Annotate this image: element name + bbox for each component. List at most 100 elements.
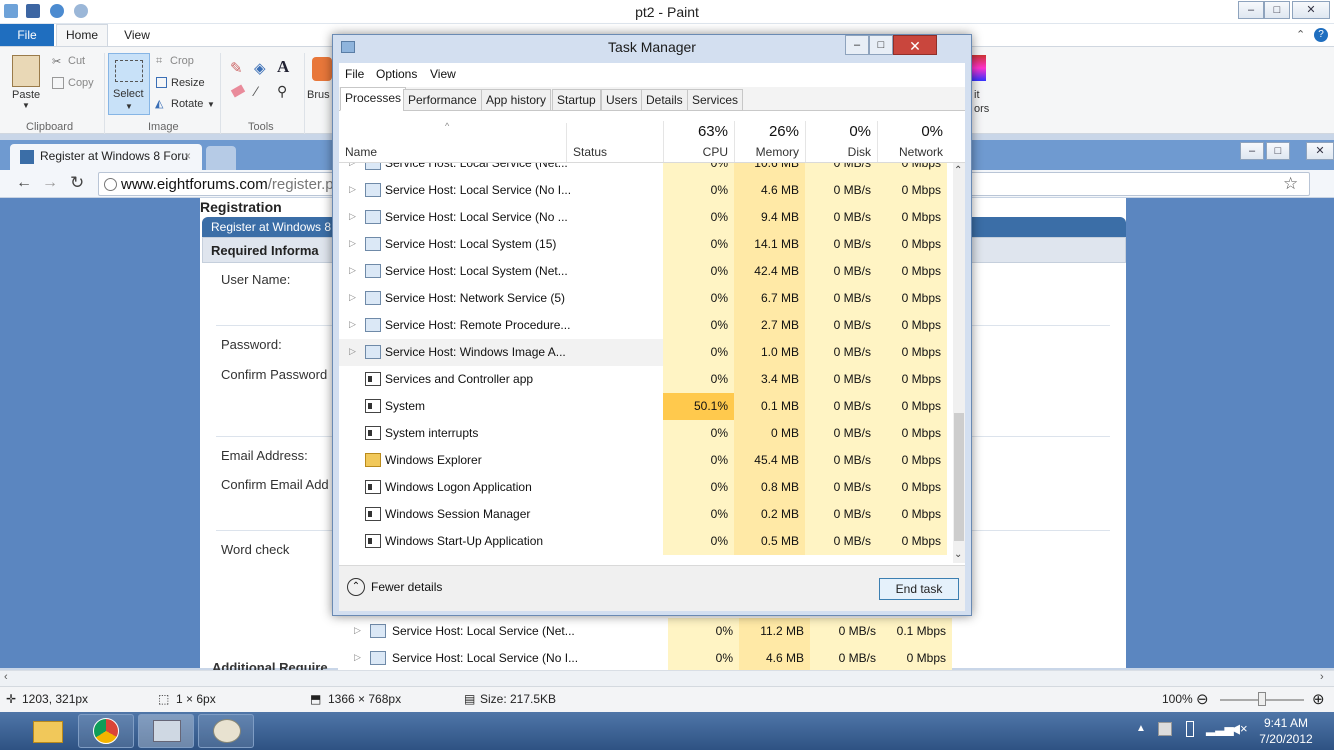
paste-icon[interactable] xyxy=(12,55,40,87)
table-row[interactable]: System 50.1% 0.1 MB 0 MB/s 0 Mbps xyxy=(339,393,947,420)
browser-close-button[interactable]: ✕ xyxy=(1306,142,1334,160)
copy-icon[interactable] xyxy=(52,77,64,89)
paint-taskbar-button[interactable] xyxy=(198,714,254,748)
expand-icon[interactable]: ▷ xyxy=(354,652,361,663)
zoom-slider[interactable] xyxy=(1220,692,1304,706)
action-center-icon[interactable] xyxy=(1158,722,1172,736)
tab-processes[interactable]: Processes xyxy=(340,87,407,111)
table-row[interactable]: ▷ Service Host: Network Service (5) 0% 6.7 … xyxy=(339,285,947,312)
forward-icon[interactable]: → xyxy=(42,174,58,192)
paste-button[interactable]: Paste xyxy=(12,89,40,101)
expand-icon[interactable]: ▷ xyxy=(349,319,356,330)
table-row[interactable]: ▷ Service Host: Local Service (Net... 0%10… xyxy=(339,163,947,177)
table-row[interactable]: ▷ Service Host: Local System (15) 0% 14.1 M… xyxy=(339,231,947,258)
crop-button[interactable]: Crop xyxy=(170,55,194,67)
table-row[interactable]: ▷ Service Host: Local Service (No I... 0… xyxy=(338,645,952,672)
magnifier-icon[interactable]: ⚲ xyxy=(277,83,287,100)
column-network[interactable]: Network xyxy=(877,145,943,159)
rotate-button[interactable]: Rotate xyxy=(171,98,203,110)
column-cpu[interactable]: CPU xyxy=(663,145,728,159)
table-row[interactable]: ▷ Service Host: Local Service (Net... 0%… xyxy=(338,618,952,645)
table-row[interactable]: ▷ Service Host: Remote Procedure... 0% 2.7 … xyxy=(339,312,947,339)
brushes-icon[interactable] xyxy=(312,57,332,81)
table-row[interactable]: ▷ Service Host: Local Service (No I... 0% 4… xyxy=(339,177,947,204)
explorer-taskbar-button[interactable] xyxy=(20,714,76,748)
table-row[interactable]: ▷ Service Host: Local System (Net... 0% 42.… xyxy=(339,258,947,285)
zoom-out-icon[interactable]: ⊖ xyxy=(1196,690,1209,708)
expand-icon[interactable]: ▷ xyxy=(349,238,356,249)
expand-icon[interactable]: ▷ xyxy=(349,184,356,195)
brushes-button[interactable]: Brus xyxy=(307,89,330,101)
menu-options[interactable]: Options xyxy=(376,67,417,81)
collapse-ribbon-icon[interactable]: ⌃ xyxy=(1296,28,1305,41)
volume-icon[interactable]: ◀× xyxy=(1230,721,1248,737)
scroll-down-icon[interactable]: ⌄ xyxy=(954,549,962,560)
tab-services[interactable]: Services xyxy=(687,89,744,111)
scroll-up-icon[interactable]: ⌃ xyxy=(954,165,962,176)
fewer-details-button[interactable]: ⌃ Fewer details xyxy=(347,578,442,596)
select-button[interactable]: Select ▼ xyxy=(108,53,150,115)
color-picker-icon[interactable]: ⁄ xyxy=(255,83,257,99)
vertical-scrollbar[interactable]: ⌃ ⌄ xyxy=(953,163,965,563)
column-memory[interactable]: Memory xyxy=(734,145,799,159)
expand-icon[interactable]: ▷ xyxy=(354,625,361,636)
resize-icon[interactable] xyxy=(156,77,167,88)
rotate-dropdown-icon[interactable]: ▼ xyxy=(207,100,215,109)
tab-users[interactable]: Users xyxy=(601,89,643,111)
browser-tab[interactable]: Register at Windows 8 Foru × xyxy=(10,144,202,170)
menu-view[interactable]: View xyxy=(430,67,456,81)
fill-icon[interactable]: ◈ xyxy=(254,59,266,77)
menu-file[interactable]: File xyxy=(345,67,364,81)
eraser-icon[interactable] xyxy=(230,84,246,98)
tm-maximize-button[interactable]: □ xyxy=(869,35,893,55)
edit-colors-icon[interactable] xyxy=(972,55,986,81)
expand-icon[interactable]: ▷ xyxy=(349,292,356,303)
tab-home[interactable]: Home xyxy=(56,24,108,46)
chrome-taskbar-button[interactable] xyxy=(78,714,134,748)
tab-details[interactable]: Details xyxy=(641,89,688,111)
zoom-slider-thumb[interactable] xyxy=(1258,692,1266,706)
bookmark-star-icon[interactable]: ☆ xyxy=(1283,174,1298,194)
horizontal-scrollbar[interactable]: ‹ › xyxy=(0,670,1334,686)
minimize-button[interactable]: – xyxy=(1238,1,1264,19)
scroll-right-icon[interactable]: › xyxy=(1320,671,1324,683)
table-row[interactable]: System interrupts 0% 0 MB 0 MB/s 0 Mbps xyxy=(339,420,947,447)
close-tab-icon[interactable]: × xyxy=(184,149,191,163)
pencil-icon[interactable]: ✎ xyxy=(230,59,243,77)
resize-button[interactable]: Resize xyxy=(171,77,205,89)
show-hidden-icons-icon[interactable]: ▲ xyxy=(1136,723,1146,734)
reload-icon[interactable]: ↻ xyxy=(70,173,84,193)
column-name[interactable]: Name xyxy=(345,145,377,159)
edit-colors-label-2[interactable]: ors xyxy=(974,103,989,115)
cut-button[interactable]: Cut xyxy=(68,55,85,67)
expand-icon[interactable]: ▷ xyxy=(349,265,356,276)
close-button[interactable]: ✕ xyxy=(1292,1,1330,19)
column-status[interactable]: Status xyxy=(573,145,607,159)
tm-minimize-button[interactable]: – xyxy=(845,35,869,55)
table-row[interactable]: Windows Session Manager 0% 0.2 MB 0 MB/s 0 M… xyxy=(339,501,947,528)
maximize-button[interactable]: □ xyxy=(1264,1,1290,19)
table-row[interactable]: Windows Explorer 0% 45.4 MB 0 MB/s 0 Mbps xyxy=(339,447,947,474)
tab-view[interactable]: View xyxy=(112,24,162,46)
tab-startup[interactable]: Startup xyxy=(552,89,601,111)
expand-icon[interactable]: ▷ xyxy=(349,163,356,168)
table-row[interactable]: ▷ Service Host: Local Service (No ... 0% 9.… xyxy=(339,204,947,231)
table-row[interactable]: Windows Logon Application 0% 0.8 MB 0 MB/s 0… xyxy=(339,474,947,501)
task-manager-taskbar-button[interactable] xyxy=(138,714,194,748)
new-tab-button[interactable] xyxy=(206,146,236,170)
rotate-icon[interactable]: ◭ xyxy=(155,97,163,110)
tab-file[interactable]: File xyxy=(0,24,54,46)
tab-app-history[interactable]: App history xyxy=(481,89,552,111)
browser-maximize-button[interactable]: □ xyxy=(1266,142,1290,160)
browser-minimize-button[interactable]: – xyxy=(1240,142,1264,160)
copy-button[interactable]: Copy xyxy=(68,77,94,89)
scrollbar-thumb[interactable] xyxy=(954,413,964,541)
expand-icon[interactable]: ▷ xyxy=(349,211,356,222)
end-task-button[interactable]: End task xyxy=(879,578,959,600)
edit-colors-label-1[interactable]: it xyxy=(974,89,980,101)
tab-performance[interactable]: Performance xyxy=(403,89,482,111)
battery-icon[interactable] xyxy=(1186,721,1194,737)
paste-dropdown-icon[interactable]: ▼ xyxy=(22,101,30,110)
text-tool-icon[interactable]: A xyxy=(277,57,289,77)
scroll-left-icon[interactable]: ‹ xyxy=(4,671,8,683)
